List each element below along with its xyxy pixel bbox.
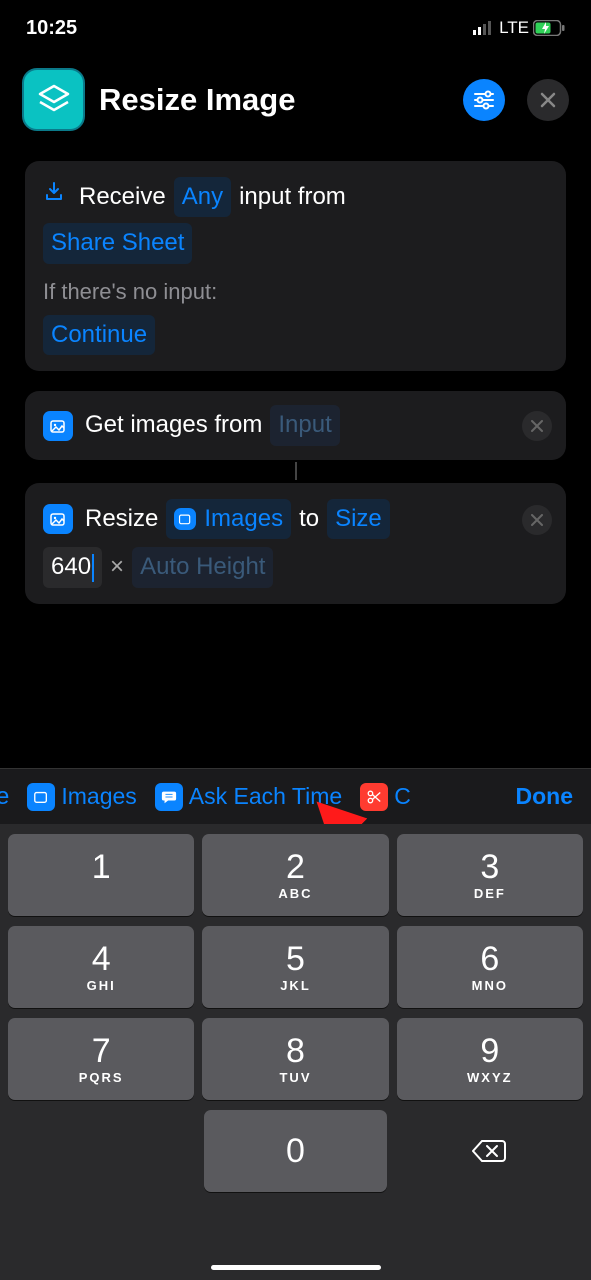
share-sheet-token[interactable]: Share Sheet	[43, 223, 192, 263]
input-from-label: input from	[239, 178, 346, 216]
images-icon	[174, 508, 196, 530]
height-input[interactable]: Auto Height	[132, 547, 273, 587]
keycap-digit: 1	[92, 850, 111, 884]
suggestion-ask-label: Ask Each Time	[189, 783, 342, 810]
keycap-letters: MNO	[472, 978, 508, 993]
keycap-letters: ABC	[278, 886, 312, 901]
key-6[interactable]: 6 MNO	[397, 926, 583, 1008]
numeric-keyboard: 1 2 ABC 3 DEF 4 GHI 5 JKL 6 MNO 7 PQRS 8 TUV 9 W…	[0, 824, 591, 1280]
sliders-icon	[473, 89, 495, 111]
status-right: LTE	[473, 18, 565, 38]
home-indicator[interactable]	[211, 1265, 381, 1270]
close-icon	[531, 420, 543, 432]
suggestion-clipboard[interactable]: C	[360, 783, 411, 811]
resize-label: Resize	[85, 500, 158, 538]
continue-token[interactable]: Continue	[43, 315, 155, 355]
keycap-digit: 2	[286, 850, 305, 884]
images-action-icon	[43, 411, 73, 441]
close-icon	[540, 92, 556, 108]
keycap-digit: 3	[480, 850, 499, 884]
close-icon	[531, 514, 543, 526]
header: Resize Image	[0, 50, 591, 161]
settings-button[interactable]	[463, 79, 505, 121]
status-network: LTE	[499, 18, 529, 38]
app-icon	[22, 68, 85, 131]
key-8[interactable]: 8 TUV	[202, 1018, 388, 1100]
download-icon	[43, 181, 65, 213]
get-images-card: Get images from Input	[25, 391, 566, 459]
suggestion-clipboard-label: C	[394, 783, 411, 810]
keycap-digit: 7	[92, 1034, 111, 1068]
key-9[interactable]: 9 WXYZ	[397, 1018, 583, 1100]
key-3[interactable]: 3 DEF	[397, 834, 583, 916]
receive-type-token[interactable]: Any	[174, 177, 231, 217]
get-images-label: Get images from	[85, 406, 262, 444]
signal-icon	[473, 21, 495, 35]
keycap-letters	[98, 886, 104, 901]
images-variable-token[interactable]: Images	[166, 499, 291, 539]
keycap-digit: 0	[286, 1134, 305, 1168]
connector-line	[295, 462, 297, 480]
key-spacer	[8, 1110, 196, 1192]
keycap-letters: WXYZ	[467, 1070, 513, 1085]
keycap-digit: 8	[286, 1034, 305, 1068]
no-input-label: If there's no input:	[43, 274, 548, 309]
multiply-label: ×	[110, 548, 124, 586]
status-bar: 10:25 LTE	[0, 0, 591, 50]
images-token-label: Images	[204, 500, 283, 538]
suggestion-ask-each-time[interactable]: Ask Each Time	[155, 783, 342, 811]
width-input[interactable]: 640	[43, 547, 102, 587]
keycap-digit: 9	[480, 1034, 499, 1068]
key-5[interactable]: 5 JKL	[202, 926, 388, 1008]
key-4[interactable]: 4 GHI	[8, 926, 194, 1008]
remove-action-button[interactable]	[522, 411, 552, 441]
key-7[interactable]: 7 PQRS	[8, 1018, 194, 1100]
to-label: to	[299, 500, 319, 538]
keycap-letters: JKL	[280, 978, 311, 993]
size-token[interactable]: Size	[327, 499, 390, 539]
suggestion-images[interactable]: Images	[27, 783, 136, 811]
keycap-letters: GHI	[87, 978, 116, 993]
suggestion-images-label: Images	[61, 783, 136, 810]
keycap-digit: 5	[286, 942, 305, 976]
keycap-letters: DEF	[474, 886, 506, 901]
backspace-icon	[472, 1139, 506, 1163]
remove-action-button[interactable]	[522, 505, 552, 535]
keycap-digit: 6	[480, 942, 499, 976]
close-button[interactable]	[527, 79, 569, 121]
text-cursor	[92, 554, 94, 582]
receive-card: Receive Any input from Share Sheet If th…	[25, 161, 566, 371]
keycap-digit: 4	[92, 942, 111, 976]
key-2[interactable]: 2 ABC	[202, 834, 388, 916]
input-token[interactable]: Input	[270, 405, 339, 445]
suggestion-cutoff[interactable]: e	[0, 783, 9, 811]
resize-action-icon	[43, 504, 73, 534]
receive-label: Receive	[79, 178, 166, 216]
images-icon	[27, 783, 55, 811]
page-title: Resize Image	[99, 82, 449, 118]
stack-icon	[36, 82, 72, 118]
key-backspace[interactable]	[395, 1110, 583, 1192]
scissors-icon	[360, 783, 388, 811]
width-value: 640	[51, 553, 91, 580]
battery-icon	[533, 20, 565, 36]
key-1[interactable]: 1	[8, 834, 194, 916]
status-time: 10:25	[26, 17, 77, 40]
suggestion-bar: e Images Ask Each Time C Done	[0, 768, 591, 824]
chat-icon	[155, 783, 183, 811]
resize-card: Resize Images to Size 640 × Auto Height	[25, 483, 566, 604]
keycap-letters: PQRS	[79, 1070, 124, 1085]
keycap-letters: TUV	[279, 1070, 311, 1085]
done-button[interactable]: Done	[516, 783, 574, 810]
key-0[interactable]: 0	[204, 1110, 387, 1192]
